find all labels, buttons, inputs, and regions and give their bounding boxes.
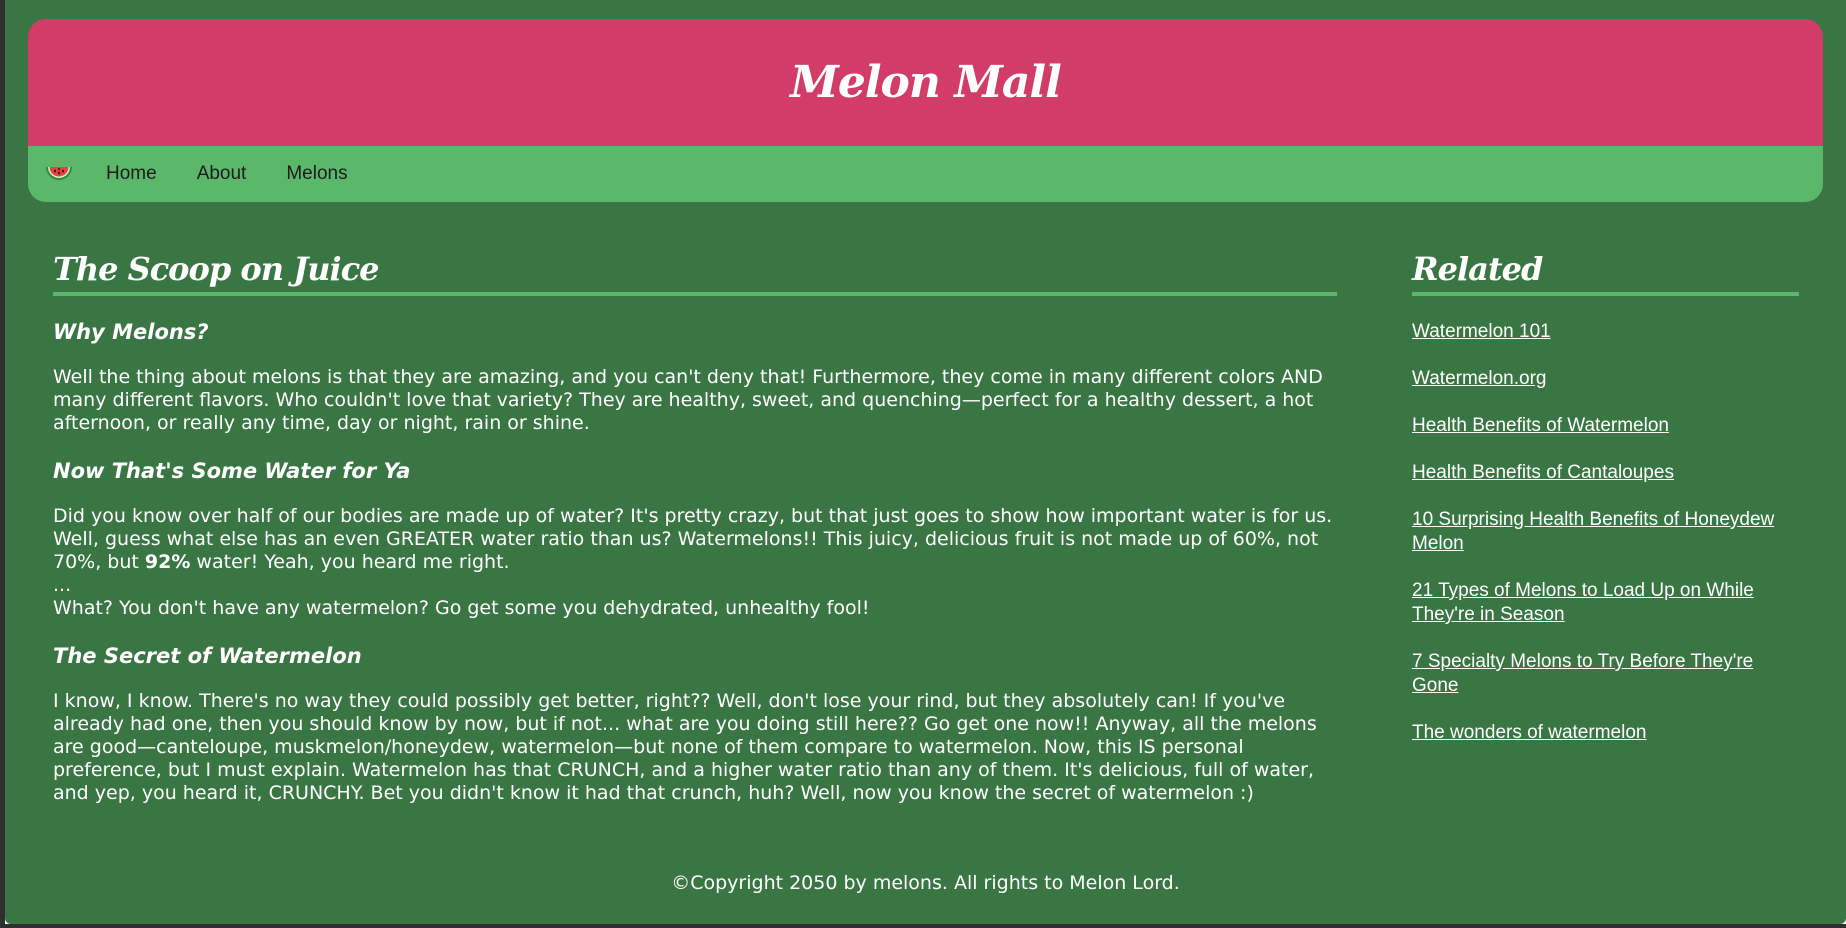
article: The Scoop on Juice Why Melons? Well the … [53,250,1337,805]
nav-melons-link[interactable]: Melons [286,163,347,185]
watermelon-icon[interactable] [44,159,74,189]
related-link[interactable]: Watermelon.org [1412,367,1799,391]
section-paragraph: Well the thing about melons is that they… [53,366,1323,434]
related-sidebar: Related Watermelon 101 Watermelon.org He… [1412,250,1799,768]
related-link[interactable]: 10 Surprising Health Benefits of Honeyde… [1412,508,1799,556]
section-paragraph: I know, I know. There's no way they coul… [53,690,1317,804]
paragraph-text: What? You don't have any watermelon? Go … [53,597,870,619]
section-paragraph: Did you know over half of our bodies are… [53,505,1337,620]
water-percentage: 92% [144,551,191,573]
section-heading-water: Now That's Some Water for Ya [53,459,411,483]
related-link[interactable]: Health Benefits of Cantaloupes [1412,461,1799,485]
related-title: Related [1412,250,1799,296]
window-bottom-edge [0,924,1846,928]
related-link[interactable]: 21 Types of Melons to Load Up on While T… [1412,579,1799,627]
site-title: Melon Mall [790,57,1062,108]
article-title: The Scoop on Juice [53,250,1337,296]
site-banner: Melon Mall [28,19,1823,146]
related-links-list: Watermelon 101 Watermelon.org Health Ben… [1412,320,1799,745]
nav-home-link[interactable]: Home [106,163,157,185]
nav-about-link[interactable]: About [197,163,247,185]
navbar: Home About Melons [28,146,1823,202]
related-link[interactable]: Watermelon 101 [1412,320,1799,344]
section-heading-why-melons: Why Melons? [53,320,209,344]
ellipsis-text: ... [53,574,72,596]
related-link[interactable]: The wonders of watermelon [1412,721,1799,745]
section-heading-secret: The Secret of Watermelon [53,644,362,668]
site-header: Melon Mall Home About Melons [28,19,1823,202]
paragraph-text: water! Yeah, you heard me right. [190,551,510,573]
related-link[interactable]: Health Benefits of Watermelon [1412,414,1799,438]
related-link[interactable]: 7 Specialty Melons to Try Before They're… [1412,650,1799,698]
site-footer: ©Copyright 2050 by melons. All rights to… [671,872,1180,894]
